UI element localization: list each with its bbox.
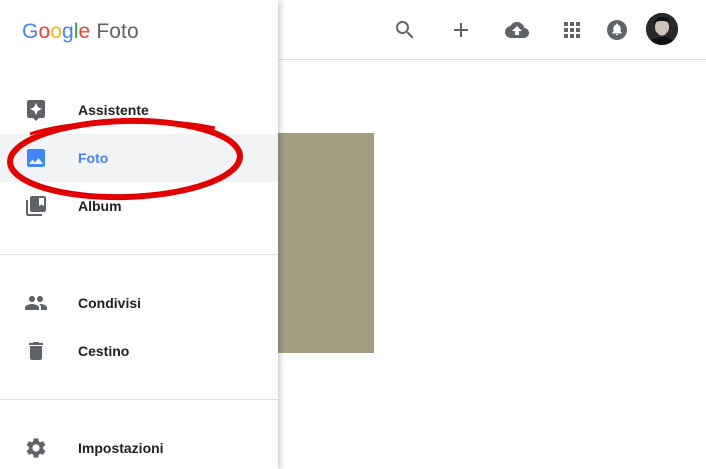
drawer-item-label: Impostazioni bbox=[78, 440, 164, 456]
google-photos-window: Go o g l e Foto Assistente Foto Album Co… bbox=[0, 0, 706, 469]
photo-icon bbox=[24, 146, 48, 170]
drawer-item-label: Album bbox=[78, 198, 122, 214]
logo-letter-e: e bbox=[78, 20, 91, 43]
drawer-item-album[interactable]: Album bbox=[0, 182, 278, 230]
drawer-item-label: Assistente bbox=[78, 102, 149, 118]
apps-grid-icon[interactable] bbox=[554, 12, 590, 48]
upload-cloud-icon[interactable] bbox=[499, 12, 535, 48]
photo-thumbnail[interactable] bbox=[262, 133, 374, 353]
shared-people-icon bbox=[24, 291, 48, 315]
logo-app-name: Foto bbox=[96, 20, 139, 43]
drawer-divider bbox=[0, 399, 278, 400]
search-icon[interactable] bbox=[387, 12, 423, 48]
trash-icon bbox=[24, 339, 48, 363]
drawer-item-assistente[interactable]: Assistente bbox=[0, 86, 278, 134]
logo-letter-g2: g bbox=[62, 20, 74, 43]
drawer-item-label: Cestino bbox=[78, 343, 130, 359]
logo-letter-o1: o bbox=[38, 20, 51, 43]
album-icon bbox=[24, 194, 48, 218]
drawer-item-label: Condivisi bbox=[78, 295, 142, 311]
assistant-icon bbox=[24, 98, 48, 122]
add-icon[interactable] bbox=[443, 12, 479, 48]
drawer-item-cestino[interactable]: Cestino bbox=[0, 327, 278, 375]
drawer-divider bbox=[0, 254, 278, 255]
logo-letter-o2: o bbox=[50, 20, 62, 43]
google-photos-logo[interactable]: Go o g l e Foto bbox=[22, 18, 139, 46]
notifications-icon[interactable] bbox=[599, 12, 635, 48]
user-avatar[interactable] bbox=[646, 13, 678, 45]
settings-gear-icon bbox=[24, 436, 48, 460]
drawer-item-condivisi[interactable]: Condivisi bbox=[0, 279, 278, 327]
drawer-item-foto[interactable]: Foto bbox=[0, 134, 278, 182]
drawer-item-impostazioni[interactable]: Impostazioni bbox=[0, 424, 278, 469]
drawer-item-label: Foto bbox=[78, 150, 109, 166]
navigation-drawer: Go o g l e Foto Assistente Foto Album Co… bbox=[0, 0, 278, 469]
logo-letter-g1: G bbox=[22, 20, 39, 43]
